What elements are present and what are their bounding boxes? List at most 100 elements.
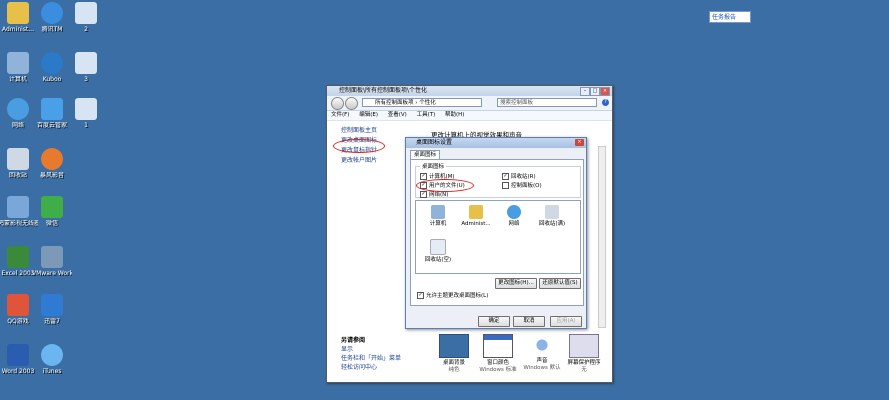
dialog-close-icon[interactable]: × [575,139,584,146]
list-item-computer-label: 计算机 [429,221,447,227]
recycle-bin-full-icon [545,205,559,219]
desktop-icon-label: 暴风影音 [39,172,64,179]
desktop-icon-player[interactable]: 暴风影音 [32,148,72,179]
desktop-icon-label: 3 [84,76,88,83]
desktop-icon-vm[interactable]: VMware Workstation [32,246,72,277]
desktop-icon-music[interactable]: iTunes [32,344,72,375]
computer-icon [431,205,445,219]
desktop-icon-window[interactable]: 2 [66,2,106,33]
sound-item[interactable]: 声音 Windows 默认 [519,334,565,372]
list-item-recycle-empty[interactable]: 回收站(空) [420,239,456,264]
change-icon-button[interactable]: 更改图标(H)... [495,278,537,289]
list-item-network[interactable]: 网络 [496,205,532,228]
forward-icon[interactable] [345,97,358,110]
window-title-bar: 控制面板\所有控制面板项\个性化 – □ × [327,86,612,96]
menu-edit[interactable]: 编辑(E) [359,112,378,118]
music-icon [41,344,63,366]
excel-icon [7,246,29,268]
globe-icon [7,98,29,120]
list-item-user[interactable]: Administ... [458,205,494,228]
dialog-title: 桌面图标设置 [416,139,453,146]
window-title: 控制面板\所有控制面板项\个性化 [339,87,428,94]
maximize-icon[interactable]: □ [590,87,600,96]
restore-default-button[interactable]: 还原默认值(S) [539,278,581,289]
dialog-panel: 桌面图标 ✓ 计算机(M) ✓ 回收站(R) ✓ 用户的文件(U) 控制面板(O) ✓… [410,159,584,306]
link-control-panel-home[interactable]: 控制面板主页 [341,126,377,136]
checkbox-control-panel[interactable]: 控制面板(O) [502,182,542,190]
menu-file[interactable]: 文件(F) [331,112,349,118]
window-icon [75,2,97,24]
list-item-computer[interactable]: 计算机 [420,205,456,228]
window-color-item[interactable]: 窗口颜色 Windows 标准 [475,334,521,374]
list-item-user-label: Administ... [461,221,491,227]
desktop-icon-label: 微信 [45,220,58,227]
screen-saver-icon [569,334,599,358]
checkbox-recycle-bin[interactable]: ✓ 回收站(R) [502,173,536,181]
user-icon [469,205,483,219]
desktop-icon-label: 迅雷7 [44,318,60,325]
screen-saver-sub: 无 [581,367,587,373]
checkbox-allow-themes[interactable]: ✓ 允许主题更改桌面图标(L) [417,292,488,300]
link-display[interactable]: 显示 [341,345,401,354]
see-also-header: 另请参阅 [341,337,366,344]
see-also: 另请参阅 显示 任务栏和「开始」菜单 轻松访问中心 [341,336,401,372]
list-item-recycle-full-label: 回收站(满) [538,221,566,227]
checkbox-recycle-bin-box[interactable]: ✓ [502,173,509,180]
window-icon [75,52,97,74]
sound-icon [528,334,556,356]
link-change-account-picture[interactable]: 更改帐户图片 [341,156,377,166]
desktop-icons-group: 桌面图标 ✓ 计算机(M) ✓ 回收站(R) ✓ 用户的文件(U) 控制面板(O) ✓… [415,162,581,199]
checkbox-control-panel-label: 控制面板(O) [511,183,542,189]
desktop-icon-bird[interactable]: 迅雷7 [32,294,72,325]
list-item-recycle-empty-label: 回收站(空) [424,257,452,263]
cancel-button[interactable]: 取消 [513,316,545,327]
address-row: 所有控制面板项 › 个性化 搜索控制面板 ? [327,96,612,111]
word-icon [7,344,29,366]
window-icon [75,98,97,120]
help-icon[interactable]: ? [602,99,609,106]
link-ease-of-access[interactable]: 轻松访问中心 [341,363,401,372]
vm-icon [41,246,63,268]
checkbox-allow-themes-box[interactable]: ✓ [417,292,424,299]
task-report-chip[interactable]: 任务报告 [709,11,751,23]
link-taskbar[interactable]: 任务栏和「开始」菜单 [341,354,401,363]
desktop-icon-wechat[interactable]: 微信 [32,196,72,227]
scrollbar[interactable] [598,146,606,328]
desktop-icon-label: VMware Workstation [32,270,72,277]
checkbox-network[interactable]: ✓ 网络(N) [420,191,448,199]
highlight-ellipse [333,139,385,153]
screen-saver-item[interactable]: 屏幕保护程序 无 [561,334,607,374]
menu-help[interactable]: 帮助(H) [445,112,464,118]
desktop-icon-label: iTunes [42,368,62,375]
window-color-label: 窗口颜色 [486,360,509,366]
group-title: 桌面图标 [420,162,447,170]
game-icon [7,294,29,316]
checkbox-network-box[interactable]: ✓ [420,191,427,198]
minimize-icon[interactable]: – [580,87,590,96]
menu-tools[interactable]: 工具(T) [417,112,436,118]
bin-icon [7,148,29,170]
desktop-background-icon [439,334,469,358]
desktop-icon-window[interactable]: 3 [66,52,106,83]
globe-icon [507,205,521,219]
close-icon[interactable]: × [600,87,610,96]
apply-button[interactable]: 应用(A) [550,316,582,327]
window-color-icon [483,334,513,358]
search-input[interactable]: 搜索控制面板 [497,98,597,107]
menu-view[interactable]: 查看(V) [388,112,407,118]
ok-button[interactable]: 确定 [478,316,510,327]
list-item-recycle-full[interactable]: 回收站(满) [534,205,570,228]
recycle-bin-empty-icon [430,239,446,255]
checkbox-computer-box[interactable]: ✓ [420,173,427,180]
desktop-background-item[interactable]: 桌面背景 纯色 [431,334,477,374]
sound-label: 声音 [536,358,548,364]
desktop-icon-window[interactable]: 1 [66,98,106,129]
checkbox-network-label: 网络(N) [429,192,449,198]
computer-icon [7,52,29,74]
desktop-icon-list[interactable]: 计算机 Administ... 网络 回收站(满) 回收站(空) [415,200,581,274]
checkbox-control-panel-box[interactable] [502,182,509,189]
address-bar[interactable]: 所有控制面板项 › 个性化 [362,98,482,107]
back-icon[interactable] [331,97,344,110]
player-icon [41,148,63,170]
desktop-icon-label: 2 [84,26,88,33]
